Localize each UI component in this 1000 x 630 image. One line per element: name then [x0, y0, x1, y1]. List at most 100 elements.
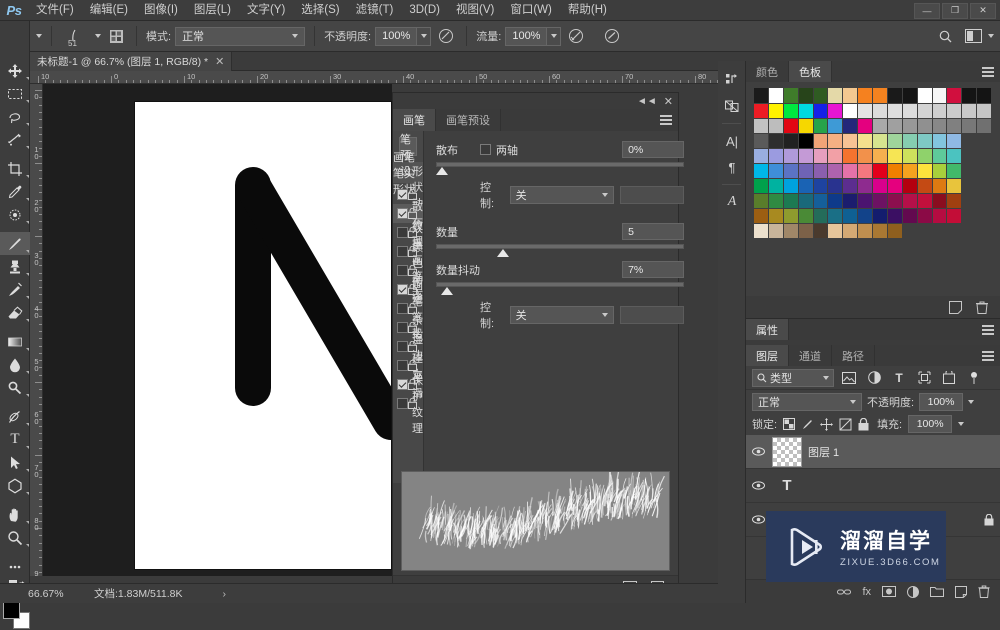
color-swatch[interactable]	[828, 209, 842, 223]
layer-fill-caret[interactable]	[958, 422, 964, 426]
color-swatch[interactable]	[962, 149, 976, 163]
color-swatch[interactable]	[903, 104, 917, 118]
color-swatch[interactable]	[947, 104, 961, 118]
close-icon[interactable]: ✕	[664, 95, 673, 108]
color-swatch[interactable]	[947, 224, 961, 238]
menu-item-8[interactable]: 视图(V)	[448, 0, 502, 21]
color-swatch[interactable]	[769, 209, 783, 223]
hand-tool[interactable]	[0, 503, 30, 526]
color-swatch[interactable]	[947, 134, 961, 148]
path-selection-tool[interactable]	[0, 451, 30, 474]
layer-name[interactable]: 图层 1	[808, 444, 839, 460]
color-swatch[interactable]	[918, 104, 932, 118]
eyedropper-tool[interactable]	[0, 180, 30, 203]
type-tool[interactable]: T	[0, 428, 30, 451]
table-row[interactable]: T	[746, 469, 1000, 503]
color-swatch[interactable]	[947, 209, 961, 223]
color-swatch[interactable]	[962, 224, 976, 238]
brush-option-checkbox[interactable]	[397, 341, 408, 352]
pen-tool[interactable]	[0, 405, 30, 428]
more-tools[interactable]	[0, 555, 30, 578]
count-slider-thumb[interactable]	[497, 249, 509, 257]
history-brush-tool[interactable]	[0, 278, 30, 301]
brush-option-checkbox[interactable]	[397, 284, 408, 295]
smoothing-options-icon[interactable]	[601, 26, 623, 46]
color-swatch[interactable]	[873, 134, 887, 148]
color-swatch[interactable]	[933, 104, 947, 118]
control-select-1[interactable]: 关	[510, 186, 614, 204]
tab-color[interactable]: 颜色	[746, 61, 789, 82]
color-swatch[interactable]	[962, 164, 976, 178]
color-swatch[interactable]	[873, 88, 887, 103]
paragraph-icon[interactable]: ¶	[718, 154, 746, 180]
color-swatch[interactable]	[947, 119, 961, 133]
eye-icon[interactable]	[752, 481, 766, 490]
close-icon[interactable]: ✕	[215, 55, 224, 68]
color-swatch[interactable]	[962, 179, 976, 193]
link-layers-icon[interactable]	[837, 587, 851, 597]
color-swatch[interactable]	[903, 119, 917, 133]
color-swatch[interactable]	[754, 224, 768, 238]
document-tab[interactable]: 未标题-1 @ 66.7% (图层 1, RGB/8) * ✕	[30, 52, 232, 71]
color-swatch[interactable]	[769, 104, 783, 118]
color-swatch[interactable]	[977, 194, 991, 208]
color-swatch[interactable]	[784, 224, 798, 238]
color-swatch[interactable]	[799, 134, 813, 148]
color-swatch[interactable]	[918, 119, 932, 133]
workspace-caret[interactable]	[988, 34, 994, 38]
brush-option-checkbox[interactable]	[397, 246, 408, 257]
color-swatch[interactable]	[814, 224, 828, 238]
brush-option-checkbox[interactable]	[397, 227, 408, 238]
scatter-value[interactable]: 0%	[622, 141, 684, 158]
color-swatch[interactable]	[873, 104, 887, 118]
color-swatch[interactable]	[933, 209, 947, 223]
color-swatch[interactable]	[754, 179, 768, 193]
menu-item-3[interactable]: 图层(L)	[186, 0, 239, 21]
color-swatch[interactable]	[754, 134, 768, 148]
color-swatch[interactable]	[769, 119, 783, 133]
color-swatch[interactable]	[754, 88, 768, 103]
filter-toggle-icon[interactable]	[964, 371, 984, 385]
color-swatch[interactable]	[977, 134, 991, 148]
tab-brush[interactable]: 画笔	[393, 109, 436, 131]
brush-option-checkbox[interactable]	[397, 265, 408, 276]
color-swatch[interactable]	[799, 119, 813, 133]
color-swatch[interactable]	[814, 88, 828, 103]
color-swatch[interactable]	[814, 209, 828, 223]
color-swatch[interactable]	[858, 179, 872, 193]
color-swatch[interactable]	[814, 194, 828, 208]
brush-option-checkbox[interactable]	[397, 398, 408, 409]
color-swatch[interactable]	[769, 149, 783, 163]
color-swatch[interactable]	[769, 134, 783, 148]
color-swatch[interactable]	[962, 119, 976, 133]
color-swatch[interactable]	[873, 164, 887, 178]
color-swatch[interactable]	[814, 179, 828, 193]
color-swatch[interactable]	[828, 119, 842, 133]
foreground-color-swatch[interactable]	[3, 602, 20, 619]
panel-menu-icon[interactable]	[982, 67, 994, 79]
collapse-icon[interactable]: ◄◄	[637, 96, 657, 107]
color-swatch[interactable]	[918, 224, 932, 238]
color-swatch[interactable]	[903, 149, 917, 163]
brush-option-11[interactable]: 保护纹理	[393, 394, 423, 413]
healing-brush-tool[interactable]	[0, 203, 30, 226]
close-button[interactable]: ✕	[970, 3, 996, 19]
layer-opacity-input[interactable]: 100%	[919, 393, 963, 411]
menu-item-10[interactable]: 帮助(H)	[560, 0, 615, 21]
color-swatch[interactable]	[799, 224, 813, 238]
layer-mask-icon[interactable]	[882, 586, 896, 597]
color-swatch[interactable]	[799, 194, 813, 208]
brush-option-checkbox[interactable]	[397, 379, 408, 390]
color-swatch[interactable]	[754, 119, 768, 133]
color-swatch[interactable]	[828, 164, 842, 178]
color-swatch[interactable]	[947, 164, 961, 178]
lock-all-icon[interactable]	[858, 418, 869, 431]
color-swatch[interactable]	[843, 149, 857, 163]
count-slider[interactable]	[436, 244, 684, 249]
color-swatch[interactable]	[977, 149, 991, 163]
color-swatch[interactable]	[858, 224, 872, 238]
color-swatch[interactable]	[799, 149, 813, 163]
color-swatch[interactable]	[947, 179, 961, 193]
color-swatch[interactable]	[918, 209, 932, 223]
color-swatch[interactable]	[858, 104, 872, 118]
